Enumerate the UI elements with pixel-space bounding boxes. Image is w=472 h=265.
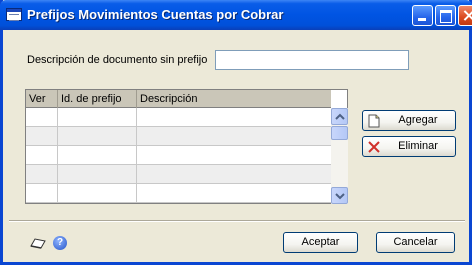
add-button[interactable]: Agregar [362,110,456,131]
description-input[interactable] [215,50,409,70]
column-header-ver[interactable]: Ver [26,90,58,108]
column-header-description[interactable]: Descripción [137,90,331,108]
cell-ver[interactable] [26,165,58,184]
vertical-scrollbar[interactable] [331,108,348,204]
window-app-icon [6,8,22,21]
cell-prefix-id[interactable] [58,146,137,165]
delete-button[interactable]: Eliminar [362,136,456,157]
scroll-down-button[interactable] [331,187,348,204]
divider [9,220,465,222]
table-row[interactable] [26,146,331,165]
new-document-icon [368,114,380,128]
table-row[interactable] [26,165,331,184]
description-label: Descripción de documento sin prefijo [27,54,208,66]
cell-prefix-id[interactable] [58,184,137,203]
table-row[interactable] [26,127,331,146]
minimize-button[interactable] [412,5,433,26]
maximize-button[interactable] [435,5,456,26]
grid-body [26,108,331,204]
cell-ver[interactable] [26,184,58,203]
cancel-button[interactable]: Cancelar [376,232,455,253]
chevron-up-icon [335,113,345,120]
add-button-label: Agregar [398,114,438,126]
accept-button[interactable]: Aceptar [283,232,358,253]
red-x-icon [368,141,380,153]
table-row[interactable] [26,184,331,203]
column-header-prefix-id[interactable]: Id. de prefijo [58,90,137,108]
cell-ver[interactable] [26,108,58,127]
cell-ver[interactable] [26,146,58,165]
grid-header: Ver Id. de prefijo Descripción [26,90,331,108]
dialog-window: Prefijos Movimientos Cuentas por Cobrar … [0,0,472,265]
scroll-thumb[interactable] [331,126,348,140]
window-title: Prefijos Movimientos Cuentas por Cobrar [27,7,284,22]
close-button[interactable] [458,5,472,26]
delete-button-label: Eliminar [398,140,438,152]
prefix-grid[interactable]: Ver Id. de prefijo Descripción [25,89,348,204]
cell-prefix-id[interactable] [58,127,137,146]
table-row[interactable] [26,108,331,127]
cell-prefix-id[interactable] [58,165,137,184]
note-icon[interactable] [30,237,46,249]
scroll-up-button[interactable] [331,108,348,125]
help-icon[interactable]: ? [53,236,67,250]
title-bar[interactable]: Prefijos Movimientos Cuentas por Cobrar [0,0,472,30]
cell-prefix-id[interactable] [58,108,137,127]
chevron-down-icon [335,193,345,200]
cell-ver[interactable] [26,127,58,146]
